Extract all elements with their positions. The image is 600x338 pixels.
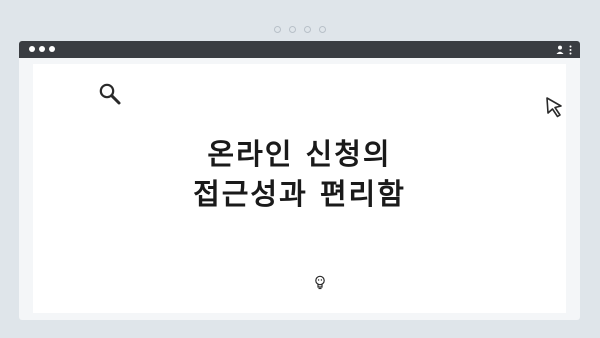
user-icon[interactable] (556, 45, 564, 54)
slide-content: 온라인 신청의 접근성과 편리함 (33, 64, 566, 313)
window-titlebar (19, 41, 580, 58)
browser-window: 온라인 신청의 접근성과 편리함 (19, 41, 580, 320)
cursor-icon (545, 96, 565, 122)
search-icon (98, 82, 122, 110)
indicator-dot-icon (274, 26, 281, 33)
more-options-icon[interactable] (569, 45, 572, 55)
titlebar-menu (556, 43, 572, 56)
indicator-dot-icon (289, 26, 296, 33)
page-indicator-dots (0, 26, 600, 33)
window-control-dot-icon[interactable] (29, 46, 35, 52)
page-title: 온라인 신청의 접근성과 편리함 (33, 134, 566, 214)
title-line-1: 온라인 신청의 (207, 137, 392, 171)
title-line-2: 접근성과 편리함 (193, 177, 406, 211)
window-control-dot-icon[interactable] (49, 46, 55, 52)
lightbulb-icon (314, 275, 326, 294)
window-control-dot-icon[interactable] (39, 46, 45, 52)
indicator-dot-icon (304, 26, 311, 33)
indicator-dot-icon (319, 26, 326, 33)
